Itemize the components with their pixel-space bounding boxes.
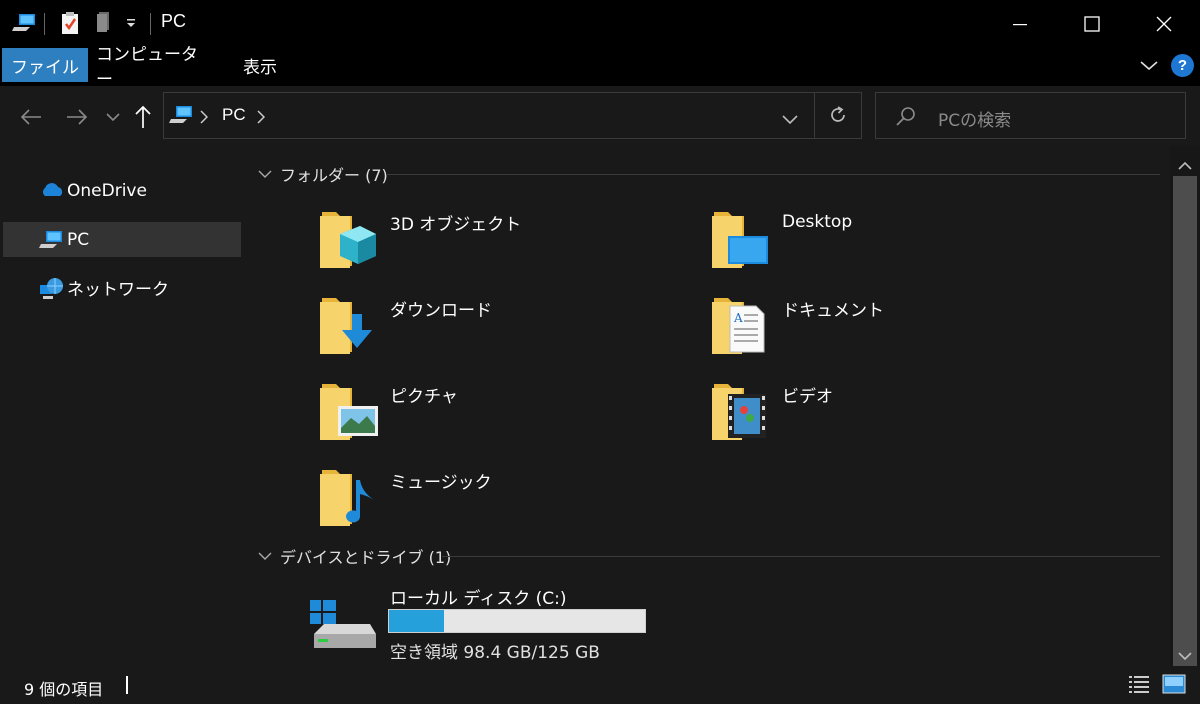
address-bar[interactable]: PC xyxy=(163,92,862,139)
back-button[interactable] xyxy=(16,102,46,132)
details-view-icon xyxy=(1129,676,1149,693)
up-button[interactable] xyxy=(128,102,158,132)
navigation-pane: OneDrive PC ネットワーク xyxy=(0,146,244,666)
search-placeholder[interactable]: PCの検索 xyxy=(938,106,1011,131)
scroll-up-icon[interactable] xyxy=(1178,156,1192,175)
group-title: デバイスとドライブ (1) xyxy=(280,548,452,567)
folder-label[interactable]: 3D オブジェクト xyxy=(390,210,521,235)
address-history-button[interactable] xyxy=(782,110,798,129)
chevron-down-icon xyxy=(782,115,798,125)
minimize-icon xyxy=(1013,24,1027,26)
arrow-right-icon xyxy=(67,109,88,125)
breadcrumb-pc[interactable]: PC xyxy=(222,105,246,125)
search-box[interactable]: PCの検索 xyxy=(875,92,1186,139)
sidebar-item-label: PC xyxy=(67,229,90,250)
window-title: PC xyxy=(161,11,187,31)
folders-group-header[interactable]: フォルダー (7) xyxy=(258,162,388,186)
network-icon xyxy=(39,277,65,299)
details-view-button[interactable] xyxy=(1128,674,1150,698)
file-view: フォルダー (7) 3D オブジェクト Desktop ダウンロード A ドキュ… xyxy=(244,146,1170,666)
tab-view[interactable]: 表示 xyxy=(230,48,290,82)
scrollbar-thumb[interactable] xyxy=(1173,176,1197,683)
recent-locations-button[interactable] xyxy=(98,102,128,132)
chevron-down-icon xyxy=(258,170,272,178)
large-icons-view-icon xyxy=(1162,674,1186,694)
maximize-button[interactable] xyxy=(1056,0,1128,48)
folder-label[interactable]: Desktop xyxy=(782,212,852,232)
drive-usage-fill xyxy=(389,610,444,632)
documents-folder-icon[interactable]: A xyxy=(710,290,770,356)
sidebar-item-network[interactable]: ネットワーク xyxy=(3,270,241,305)
onedrive-icon xyxy=(39,180,65,202)
folder-label[interactable]: ミュージック xyxy=(390,468,492,493)
sidebar-item-pc[interactable]: PC xyxy=(3,222,241,257)
scroll-down-icon[interactable] xyxy=(1178,646,1192,665)
large-icons-view-button[interactable] xyxy=(1162,674,1186,698)
drive-name[interactable]: ローカル ディスク (C:) xyxy=(390,584,566,609)
properties-icon[interactable] xyxy=(58,10,82,36)
svg-text:A: A xyxy=(733,311,743,325)
pc-icon xyxy=(169,104,195,130)
refresh-icon xyxy=(831,106,845,122)
downloads-folder-icon[interactable] xyxy=(318,290,378,356)
sidebar-item-label: ネットワーク xyxy=(67,280,169,300)
group-divider xyxy=(442,556,1160,557)
separator xyxy=(150,13,151,35)
tab-computer[interactable]: コンピューター xyxy=(96,45,212,90)
drive-free-space: 空き領域 98.4 GB/125 GB xyxy=(390,643,600,663)
folder-label[interactable]: ビデオ xyxy=(782,382,833,407)
minimize-button[interactable] xyxy=(984,0,1056,48)
ribbon: ファイル コンピューター 表示 xyxy=(0,45,1200,90)
sidebar-item-label: OneDrive xyxy=(67,180,147,201)
close-icon xyxy=(1156,16,1172,32)
pc-window-icon[interactable] xyxy=(12,10,38,36)
text-cursor xyxy=(126,676,128,694)
drives-group-header[interactable]: デバイスとドライブ (1) xyxy=(258,544,451,568)
arrow-up-icon xyxy=(135,105,151,128)
videos-folder-icon[interactable] xyxy=(710,376,770,442)
pc-icon xyxy=(39,229,65,251)
close-button[interactable] xyxy=(1128,0,1200,48)
refresh-button[interactable] xyxy=(828,105,848,129)
chevron-down-icon xyxy=(1140,61,1158,71)
music-folder-icon[interactable] xyxy=(318,462,378,528)
divider xyxy=(814,93,815,138)
pictures-folder-icon[interactable] xyxy=(318,376,378,442)
local-disk-icon[interactable] xyxy=(308,598,378,654)
chevron-down-icon xyxy=(106,113,120,122)
separator xyxy=(44,13,45,35)
folder-label[interactable]: ピクチャ xyxy=(390,382,458,407)
folder-label[interactable]: ダウンロード xyxy=(390,296,492,321)
arrow-left-icon xyxy=(20,109,41,125)
sidebar-item-onedrive[interactable]: OneDrive xyxy=(3,173,241,208)
search-icon xyxy=(896,106,916,130)
maximize-icon xyxy=(1084,16,1100,32)
customize-toolbar-icon[interactable] xyxy=(121,10,141,36)
group-divider xyxy=(386,174,1160,175)
group-title: フォルダー (7) xyxy=(280,166,388,185)
breadcrumb-chevron-icon xyxy=(200,109,209,128)
folder-label[interactable]: ドキュメント xyxy=(782,296,884,321)
status-bar: 9 個の項目 xyxy=(0,666,1200,704)
chevron-down-icon xyxy=(258,552,272,560)
forward-button[interactable] xyxy=(62,102,92,132)
tab-file[interactable]: ファイル xyxy=(2,48,88,82)
expand-ribbon-button[interactable] xyxy=(1136,56,1162,76)
desktop-folder-icon[interactable] xyxy=(710,204,770,270)
vertical-scrollbar[interactable] xyxy=(1170,146,1200,683)
help-button[interactable]: ? xyxy=(1171,54,1194,77)
3d-objects-folder-icon[interactable] xyxy=(318,204,378,270)
item-count: 9 個の項目 xyxy=(24,680,104,699)
new-folder-icon[interactable] xyxy=(92,10,114,36)
breadcrumb-chevron-icon[interactable] xyxy=(257,109,266,128)
drive-usage-bar xyxy=(388,609,646,633)
